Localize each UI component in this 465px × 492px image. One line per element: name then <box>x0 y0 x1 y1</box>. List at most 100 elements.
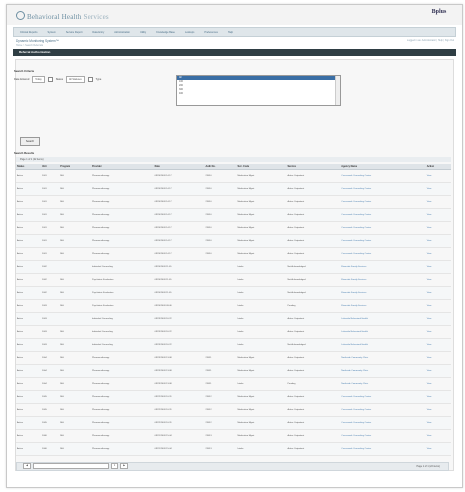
table-cell: Active <box>16 208 41 222</box>
table-row[interactable]: Active 1001 MH Pharmacotherapy 09/24/2009 14… <box>16 221 451 235</box>
table-cell: Medication Mgmt <box>236 351 287 365</box>
status-select[interactable]: All Statuses <box>66 76 85 83</box>
table-row[interactable]: Active 1004 MH Pharmacotherapy 09/23/2009 13… <box>16 364 451 378</box>
table-cell[interactable]: View <box>425 299 451 313</box>
table-cell[interactable]: Crossroads Counseling Center <box>340 169 426 183</box>
table-cell[interactable]: View <box>425 208 451 222</box>
table-cell[interactable]: View <box>425 403 451 417</box>
table-row[interactable]: Active 1002 Individual Counseling 09/24/200… <box>16 260 451 274</box>
table-cell[interactable]: Riverside Family Services <box>340 260 426 274</box>
table-cell[interactable]: Crossroads Counseling Center <box>340 429 426 443</box>
nav-item[interactable]: System <box>48 31 56 34</box>
table-cell[interactable]: Northside Community Clinic <box>340 351 426 365</box>
table-cell[interactable]: Crossroads Counseling Center <box>340 247 426 261</box>
table-cell[interactable]: View <box>425 273 451 287</box>
table-cell[interactable]: View <box>425 169 451 183</box>
table-cell: MH <box>59 338 91 352</box>
table-row[interactable]: Active 1004 MH Pharmacotherapy 09/23/2009 13… <box>16 377 451 391</box>
nav-item[interactable]: Utility <box>140 31 146 34</box>
table-cell[interactable]: Northside Community Clinic <box>340 364 426 378</box>
table-row[interactable]: Active 1005 MH Pharmacotherapy 09/22/2009 10… <box>16 403 451 417</box>
table-cell: Not Acknowledged <box>286 260 341 274</box>
table-cell[interactable]: View <box>425 195 451 209</box>
table-cell[interactable]: Crossroads Counseling Center <box>340 416 426 430</box>
table-cell[interactable]: View <box>425 286 451 300</box>
nav-item[interactable]: Service Report <box>66 31 83 34</box>
table-cell[interactable]: View <box>425 247 451 261</box>
table-row[interactable]: Active 1001 MH Pharmacotherapy 09/24/2009 14… <box>16 169 451 183</box>
table-row[interactable]: Active 1003 MH Individual Counseling 09/23/2… <box>16 338 451 352</box>
breadcrumb[interactable]: Home > Search Referrals <box>16 44 43 47</box>
table-row[interactable]: Active 1005 MH Pharmacotherapy 09/22/2009 10… <box>16 416 451 430</box>
table-cell[interactable]: Northside Community Clinic <box>340 377 426 391</box>
table-cell: Active <box>16 299 41 313</box>
table-cell[interactable]: View <box>425 429 451 443</box>
nav-item[interactable]: Clinical Reports <box>20 31 38 34</box>
table-cell: 1001 <box>40 182 60 196</box>
table-row[interactable]: Active 1001 MH Pharmacotherapy 09/24/2009 14… <box>16 208 451 222</box>
list-option[interactable]: 400 <box>177 92 340 96</box>
table-row[interactable]: Active 1001 MH Pharmacotherapy 09/24/2009 14… <box>16 234 451 248</box>
table-cell[interactable]: Crossroads Counseling Center <box>340 208 426 222</box>
table-cell[interactable]: Crossroads Counseling Center <box>340 234 426 248</box>
table-cell: 1002 <box>40 286 60 300</box>
table-row[interactable]: Active 1001 MH Pharmacotherapy 09/24/2009 14… <box>16 247 451 261</box>
type-checkbox[interactable] <box>87 77 93 82</box>
nav-item[interactable]: Help <box>228 31 233 34</box>
table-cell[interactable]: Riverside Family Services <box>340 286 426 300</box>
page-slider[interactable] <box>32 463 109 469</box>
table-cell[interactable]: View <box>425 325 451 339</box>
table-cell[interactable]: Crossroads Counseling Center <box>340 221 426 235</box>
table-cell[interactable]: Crossroads Counseling Center <box>340 182 426 196</box>
table-cell[interactable]: View <box>425 377 451 391</box>
next-page-icon[interactable]: ▶ <box>120 463 129 469</box>
type-listbox[interactable]: All 100 200 300 400 <box>176 75 341 106</box>
table-cell[interactable]: Crossroads Counseling Center <box>340 390 426 404</box>
table-cell: Active <box>16 286 41 300</box>
date-select[interactable]: Today <box>32 76 45 83</box>
table-cell[interactable]: View <box>425 442 451 456</box>
table-cell[interactable]: View <box>425 234 451 248</box>
table-cell[interactable]: Crossroads Counseling Center <box>340 195 426 209</box>
table-cell[interactable]: View <box>425 390 451 404</box>
table-row[interactable]: Active 1002 MH Psychiatric Evaluation 09/24/… <box>16 286 451 300</box>
table-row[interactable]: Active 1001 MH Pharmacotherapy 09/24/2009 14… <box>16 182 451 196</box>
search-button[interactable]: Search <box>20 137 40 146</box>
table-cell[interactable]: View <box>425 338 451 352</box>
status-checkbox[interactable] <box>47 77 53 82</box>
table-cell[interactable]: Riverside Family Services <box>340 299 426 313</box>
prev-page-icon[interactable]: ◀ <box>23 463 31 469</box>
table-cell[interactable]: Crossroads Counseling Center <box>340 442 426 456</box>
user-links[interactable]: Logged in as: Administrator | Help | Sig… <box>407 39 454 42</box>
nav-item[interactable]: Knowledge Base <box>156 31 175 34</box>
table-cell[interactable]: View <box>425 221 451 235</box>
table-row[interactable]: Active 1005 MH Pharmacotherapy 09/22/2009 10… <box>16 390 451 404</box>
table-row[interactable]: Active 1004 MH Pharmacotherapy 09/23/2009 13… <box>16 351 451 365</box>
table-cell[interactable]: View <box>425 416 451 430</box>
table-cell[interactable]: View <box>425 364 451 378</box>
table-row[interactable]: Active 1003 MH Individual Counseling 09/23/2… <box>16 325 451 339</box>
listbox-scrollbar[interactable] <box>335 76 340 105</box>
table-cell[interactable]: View <box>425 351 451 365</box>
table-cell[interactable]: Riverside Family Services <box>340 273 426 287</box>
page-number[interactable]: 1 <box>110 463 119 469</box>
table-cell[interactable]: Lakeside Behavioral Health <box>340 325 426 339</box>
table-cell[interactable]: Lakeside Behavioral Health <box>340 312 426 326</box>
table-row[interactable]: Active 1006 MH Pharmacotherapy 09/21/2009 15… <box>16 442 451 456</box>
table-row[interactable]: Active 1003 MH Psychiatric Evaluation 09/24/… <box>16 299 451 313</box>
table-cell[interactable]: View <box>425 182 451 196</box>
table-row[interactable]: Active 1001 MH Pharmacotherapy 09/24/2009 14… <box>16 195 451 209</box>
table-cell <box>204 299 237 313</box>
nav-item[interactable]: Lookups <box>185 31 194 34</box>
table-cell[interactable]: View <box>425 260 451 274</box>
table-row[interactable]: Active 1002 MH Psychiatric Evaluation 09/24/… <box>16 273 451 287</box>
table-row[interactable]: Active 1003 Individual Counseling 09/23/200… <box>16 312 451 326</box>
table-cell: Pharmacotherapy <box>90 234 154 248</box>
nav-item[interactable]: Administration <box>114 31 130 34</box>
nav-item[interactable]: Data Entry <box>92 31 104 34</box>
table-row[interactable]: Active 1006 MH Pharmacotherapy 09/21/2009 15… <box>16 429 451 443</box>
table-cell[interactable]: Crossroads Counseling Center <box>340 403 426 417</box>
nav-item[interactable]: Preferences <box>204 31 217 34</box>
table-cell[interactable]: View <box>425 312 451 326</box>
table-cell[interactable]: Lakeside Behavioral Health <box>340 338 426 352</box>
